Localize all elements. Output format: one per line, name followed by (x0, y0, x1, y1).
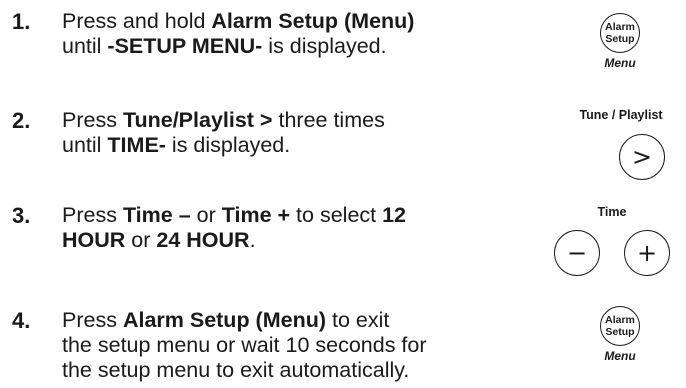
step-line: the setup menu or wait 10 seconds for (62, 333, 427, 357)
menu-caption: Menu (604, 349, 636, 363)
step-line: until -SETUP MENU- is displayed. (62, 34, 387, 58)
plus-icon: + (636, 239, 658, 267)
time-plus-button: + (624, 230, 670, 276)
step-line: until TIME- is displayed. (62, 133, 291, 157)
step-number: 2. (12, 108, 31, 133)
alarm-setup-button: Alarm Setup (600, 13, 640, 53)
step-number: 4. (12, 308, 31, 333)
step-line: HOUR or 24 HOUR. (62, 228, 256, 252)
minus-icon: − (566, 239, 588, 267)
step-line: Press Alarm Setup (Menu) to exit (62, 308, 390, 332)
step-text: Press and hold Alarm Setup (Menu) until … (62, 9, 462, 59)
step-line: Press Time – or Time + to select 12 (62, 203, 407, 227)
step-line: Press Tune/Playlist > three times (62, 108, 385, 132)
alarm-setup-button: Alarm Setup (600, 306, 640, 346)
alarm-setup-control-bottom: Alarm Setup Menu (592, 306, 648, 363)
step-number: 1. (12, 9, 31, 34)
alarm-setup-control-top: Alarm Setup Menu (592, 13, 648, 70)
time-minus-button: − (554, 230, 600, 276)
step-text: Press Tune/Playlist > three times until … (62, 108, 462, 158)
chevron-right-icon: > (631, 143, 653, 171)
step-text: Press Time – or Time + to select 12 HOUR… (62, 203, 462, 253)
time-label: Time (597, 205, 627, 219)
menu-caption: Menu (604, 56, 636, 70)
step-line: Press and hold Alarm Setup (Menu) (62, 9, 415, 33)
tune-playlist-label: Tune / Playlist (579, 108, 663, 122)
tune-playlist-next-button: > (619, 134, 665, 180)
step-line: the setup menu to exit automatically. (62, 358, 410, 382)
step-number: 3. (12, 203, 31, 228)
step-text: Press Alarm Setup (Menu) to exit the set… (62, 308, 462, 383)
